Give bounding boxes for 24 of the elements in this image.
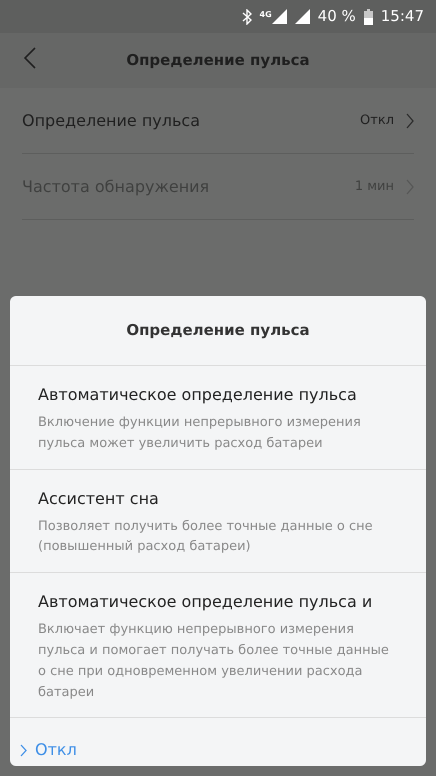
option-title: Автоматическое определение пульса и	[38, 591, 374, 614]
option-description: Включение функции непрерывного измерения пульса может увеличить расход батареи	[38, 414, 362, 453]
setting-label: Определение пульса	[22, 110, 202, 132]
battery-icon	[364, 8, 373, 24]
option-title: Ассистент сна	[38, 488, 160, 510]
bluetooth-icon	[242, 8, 252, 24]
option-description: Включает функцию непрерывного измерения пульса и помогает получать более точные данные о сне при одновременном увеличении расхода батареи	[38, 621, 390, 702]
page-title: Определение пульса	[126, 50, 310, 72]
option-item[interactable]: Ассистент сна Позволяет получить более точные данные о сне (повышенный расход батареи)	[10, 470, 426, 574]
back-icon[interactable]	[24, 47, 36, 69]
option-title: Автоматическое определение пульса	[38, 384, 358, 406]
option-item[interactable]: Автоматическое определение пульса и Включает функцию непрерывного измерения пульса и помогает получать более точные данные о сне при одновременном увеличении расхода батареи	[10, 573, 426, 718]
network-label: 4G	[260, 9, 272, 21]
clock: 15:47	[380, 6, 424, 28]
dialog-title: Определение пульса	[126, 320, 310, 342]
option-description: Позволяет получить более точные данные о сне (повышенный расход батареи)	[38, 518, 374, 556]
setting-value: Откл	[360, 112, 394, 130]
signal-icon	[272, 9, 287, 24]
chevron-icon	[20, 744, 27, 757]
chevron-icon	[406, 112, 414, 128]
option-title: Откл	[35, 739, 77, 762]
battery-percent: 40 %	[318, 6, 356, 28]
option-item[interactable]: Автоматическое определение пульса Включение функции непрерывного измерения пульса может увеличить расход батареи	[10, 366, 426, 470]
signal-icon	[294, 9, 310, 24]
